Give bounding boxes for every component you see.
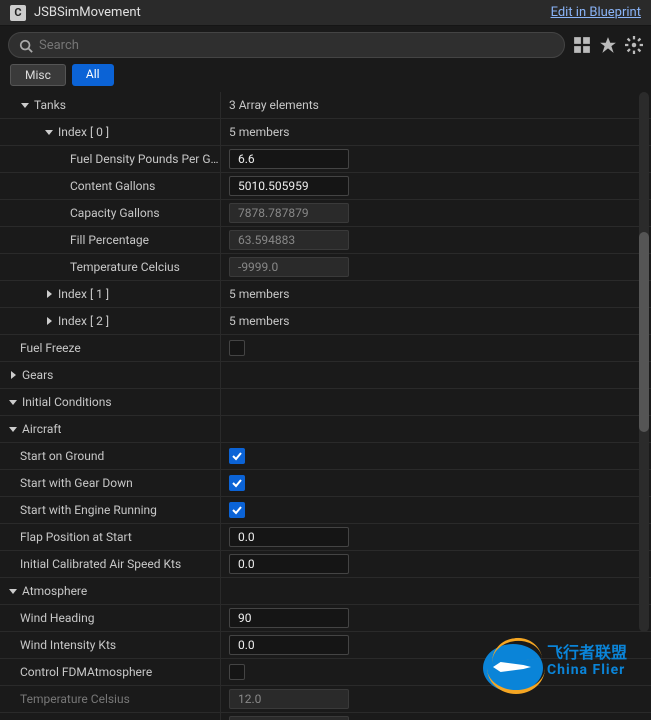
search-icon [19, 38, 33, 52]
prop-label: Start with Engine Running [20, 503, 157, 517]
title-bar: C JSBSimMovement Edit in Blueprint [0, 0, 651, 26]
prop-label: Content Gallons [70, 179, 155, 193]
tab-misc[interactable]: Misc [10, 64, 66, 86]
chevron-down-icon[interactable] [8, 397, 18, 407]
prop-capacity-gallons: Capacity Gallons [0, 200, 651, 227]
prop-start-on-ground: Start on Ground [0, 443, 651, 470]
filter-tabs: Misc All [0, 64, 651, 92]
array-item-0[interactable]: Index [ 0 ] 5 members [0, 119, 651, 146]
gear-icon[interactable] [625, 36, 643, 54]
prop-control-fdm-atmosphere: Control FDMAtmosphere [0, 659, 651, 686]
category-label: Tanks [34, 98, 66, 112]
properties-panel: Tanks 3 Array elements Index [ 0 ] 5 mem… [0, 92, 651, 720]
scrollbar-thumb[interactable] [639, 232, 649, 432]
prop-label: Temperature Celcius [70, 260, 180, 274]
array-item-2[interactable]: Index [ 2 ] 5 members [0, 308, 651, 335]
fuel-freeze-checkbox[interactable] [229, 340, 245, 356]
star-icon[interactable] [599, 36, 617, 54]
toolbar [0, 26, 651, 64]
grid-view-icon[interactable] [573, 36, 591, 54]
prop-label: Temperature Celsius [20, 692, 130, 706]
category-label: Atmosphere [22, 584, 87, 598]
category-initial-conditions[interactable]: Initial Conditions [0, 389, 651, 416]
capacity-gallons-value [229, 203, 349, 223]
index-label: Index [ 0 ] [58, 125, 109, 139]
prop-start-engine-running: Start with Engine Running [0, 497, 651, 524]
control-fdm-checkbox[interactable] [229, 664, 245, 680]
category-label: Gears [22, 368, 53, 382]
category-atmosphere[interactable]: Atmosphere [0, 578, 651, 605]
members-count: 5 members [229, 125, 290, 139]
prop-label: Fill Percentage [70, 233, 149, 247]
flap-position-input[interactable] [229, 527, 349, 547]
prop-label: Fuel Freeze [20, 341, 81, 355]
pressure-value [229, 716, 349, 720]
prop-fuel-freeze: Fuel Freeze [0, 335, 651, 362]
prop-label: Wind Intensity Kts [20, 638, 116, 652]
chevron-right-icon[interactable] [8, 370, 18, 380]
prop-label: Capacity Gallons [70, 206, 160, 220]
chevron-right-icon[interactable] [44, 316, 54, 326]
index-label: Index [ 2 ] [58, 314, 109, 328]
category-aircraft[interactable]: Aircraft [0, 416, 651, 443]
prop-atmo-temp-celsius: Temperature Celsius [0, 686, 651, 713]
fuel-density-input[interactable] [229, 149, 349, 169]
prop-label: Control FDMAtmosphere [20, 665, 152, 679]
search-field-wrapper[interactable] [8, 32, 565, 58]
prop-initial-cas: Initial Calibrated Air Speed Kts [0, 551, 651, 578]
temperature-value [229, 257, 349, 277]
start-gear-down-checkbox[interactable] [229, 475, 245, 491]
window-title: JSBSimMovement [34, 5, 141, 20]
search-input[interactable] [39, 38, 554, 53]
tab-all[interactable]: All [72, 64, 114, 86]
chevron-down-icon[interactable] [8, 586, 18, 596]
initial-cas-input[interactable] [229, 554, 349, 574]
prop-start-gear-down: Start with Gear Down [0, 470, 651, 497]
content-gallons-input[interactable] [229, 176, 349, 196]
members-count: 5 members [229, 314, 290, 328]
wind-intensity-input[interactable] [229, 635, 349, 655]
prop-label: Initial Calibrated Air Speed Kts [20, 557, 181, 571]
category-tanks[interactable]: Tanks 3 Array elements [0, 92, 651, 119]
chevron-down-icon[interactable] [8, 424, 18, 434]
array-summary: 3 Array elements [229, 98, 319, 112]
members-count: 5 members [229, 287, 290, 301]
prop-label: Start on Ground [20, 449, 104, 463]
prop-content-gallons: Content Gallons [0, 173, 651, 200]
prop-label: Flap Position at Start [20, 530, 132, 544]
prop-pressure-sea-level: Pressure Sea Levelh Pa [0, 713, 651, 720]
category-label: Initial Conditions [22, 395, 112, 409]
app-icon: C [10, 5, 26, 21]
prop-fuel-density: Fuel Density Pounds Per Gall... [0, 146, 651, 173]
fill-percentage-value [229, 230, 349, 250]
category-label: Aircraft [22, 422, 61, 436]
prop-label: Start with Gear Down [20, 476, 133, 490]
prop-wind-intensity: Wind Intensity Kts [0, 632, 651, 659]
prop-temperature-celsius: Temperature Celcius [0, 254, 651, 281]
atmo-temp-value [229, 689, 349, 709]
prop-flap-position: Flap Position at Start [0, 524, 651, 551]
category-gears[interactable]: Gears [0, 362, 651, 389]
wind-heading-input[interactable] [229, 608, 349, 628]
chevron-down-icon[interactable] [44, 127, 54, 137]
prop-label: Wind Heading [20, 611, 94, 625]
start-on-ground-checkbox[interactable] [229, 448, 245, 464]
chevron-down-icon[interactable] [20, 100, 30, 110]
prop-label: Fuel Density Pounds Per Gall... [70, 152, 220, 166]
start-engine-checkbox[interactable] [229, 502, 245, 518]
array-item-1[interactable]: Index [ 1 ] 5 members [0, 281, 651, 308]
chevron-right-icon[interactable] [44, 289, 54, 299]
prop-fill-percentage: Fill Percentage [0, 227, 651, 254]
index-label: Index [ 1 ] [58, 287, 109, 301]
prop-wind-heading: Wind Heading [0, 605, 651, 632]
edit-in-blueprint-link[interactable]: Edit in Blueprint [551, 5, 641, 20]
